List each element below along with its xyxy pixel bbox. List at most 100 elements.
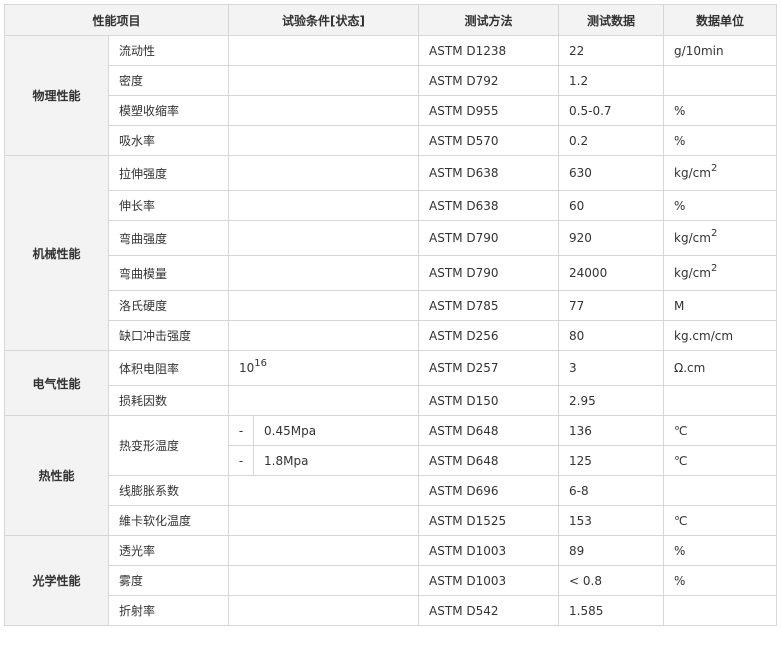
test-value: 89 [558,535,665,566]
unit: % [663,95,778,126]
test-condition [228,155,420,191]
unit-superscript: 2 [710,163,718,174]
test-method: ASTM D542 [418,595,560,626]
test-value: 125 [558,445,665,476]
table-row: 热性能 热变形温度 - 0.45Mpa ASTM D648 136 ℃ [4,415,778,536]
test-value: 77 [558,290,665,321]
table-row: 吸水率 ASTM D570 0.2 % [5,125,778,156]
group-thermal: 热性能 [4,415,109,536]
property-name: 体积电阻率 [107,350,230,386]
unit: ℃ [663,505,778,536]
property-name: 折射率 [107,595,230,626]
test-condition [228,35,420,66]
test-value: < 0.8 [558,565,665,596]
property-name: 拉伸强度 [107,155,230,191]
header-value: 测试数据 [558,4,665,36]
test-value: 630 [558,155,665,191]
property-name: 缺口冲击强度 [107,320,230,351]
test-value: 3 [558,350,665,386]
unit: M [663,290,778,321]
table-row: 机械性能 拉伸强度 ASTM D638 630 kg/cm2 [4,155,778,351]
property-name: 线膨胀系数 [107,475,230,506]
test-condition: 0.45Mpa [253,415,420,446]
test-value: 1.585 [558,595,665,626]
unit: % [663,535,778,566]
test-condition [228,320,420,351]
test-method: ASTM D696 [418,475,560,506]
table-row: 密度 ASTM D792 1.2 [5,65,778,96]
group-physical: 物理性能 [4,35,109,156]
test-condition [228,565,420,596]
table-row: 电气性能 体积电阻率 1016 ASTM D257 3 Ω.cm [4,350,778,416]
unit: ℃ [663,445,778,476]
test-method: ASTM D1003 [418,565,560,596]
property-name: 损耗因数 [107,385,230,416]
table-row: 洛氏硬度 ASTM D785 77 M [5,290,778,321]
test-method: ASTM D790 [418,255,560,291]
unit-superscript: 2 [710,263,718,274]
test-value: 136 [558,415,665,446]
property-name: 热变形温度 [107,415,230,476]
test-value: 24000 [558,255,665,291]
group-electrical: 电气性能 [4,350,109,416]
unit: kg/cm2 [663,220,778,256]
unit: g/10min [663,35,778,66]
test-value: 22 [558,35,665,66]
test-method: ASTM D257 [418,350,560,386]
unit: kg/cm2 [663,255,778,291]
unit [663,595,778,626]
unit: % [663,190,778,221]
property-name: 維卡软化温度 [107,505,230,536]
table-row: 雾度 ASTM D1003 < 0.8 % [5,565,778,596]
test-method: ASTM D648 [418,445,560,476]
table-row: 线膨胀系数 ASTM D696 6-8 [5,475,778,506]
unit: % [663,125,778,156]
test-method: ASTM D790 [418,220,560,256]
property-name: 弯曲模量 [107,255,230,291]
test-condition: 1016 [228,350,420,386]
table-row: 模塑收缩率 ASTM D955 0.5-0.7 % [5,95,778,126]
property-name: 模塑收缩率 [107,95,230,126]
test-condition [228,190,420,221]
unit-text: kg/cm [674,266,711,280]
condition-base: 10 [239,361,255,375]
test-value: 6-8 [558,475,665,506]
test-method: ASTM D1003 [418,535,560,566]
property-name: 雾度 [107,565,230,596]
test-condition [228,595,420,626]
table-row: 維卡软化温度 ASTM D1525 153 ℃ [5,505,778,536]
test-condition [228,255,420,291]
property-name: 吸水率 [107,125,230,156]
test-method: ASTM D1238 [418,35,560,66]
property-name: 洛氏硬度 [107,290,230,321]
unit [663,65,778,96]
table-row: 折射率 ASTM D542 1.585 [5,595,778,626]
test-value: 0.5-0.7 [558,95,665,126]
properties-table-container: 性能项目 试验条件[状态] 测试方法 测试数据 数据单位 物理性能 流动性 AS… [3,4,778,626]
test-method: ASTM D150 [418,385,560,416]
table-row: 缺口冲击强度 ASTM D256 80 kg.cm/cm [5,320,778,351]
table-row: 弯曲强度 ASTM D790 920 kg/cm2 [5,220,778,256]
property-name: 弯曲强度 [107,220,230,256]
test-method: ASTM D648 [418,415,560,446]
test-value: 80 [558,320,665,351]
unit-text: kg/cm [674,166,711,180]
test-value: 0.2 [558,125,665,156]
unit: % [663,565,778,596]
test-method: ASTM D570 [418,125,560,156]
test-condition [228,385,420,416]
unit: ℃ [663,415,778,446]
properties-table: 性能项目 试验条件[状态] 测试方法 测试数据 数据单位 物理性能 流动性 AS… [3,4,778,626]
header-condition: 试验条件[状态] [228,4,420,36]
test-condition [228,290,420,321]
test-method: ASTM D955 [418,95,560,126]
property-name: 密度 [107,65,230,96]
unit-text: kg/cm [674,231,711,245]
test-value: 920 [558,220,665,256]
test-value: 60 [558,190,665,221]
test-condition [228,95,420,126]
unit: Ω.cm [663,350,778,386]
test-method: ASTM D1525 [418,505,560,536]
unit-superscript: 2 [710,228,718,239]
test-condition [228,65,420,96]
